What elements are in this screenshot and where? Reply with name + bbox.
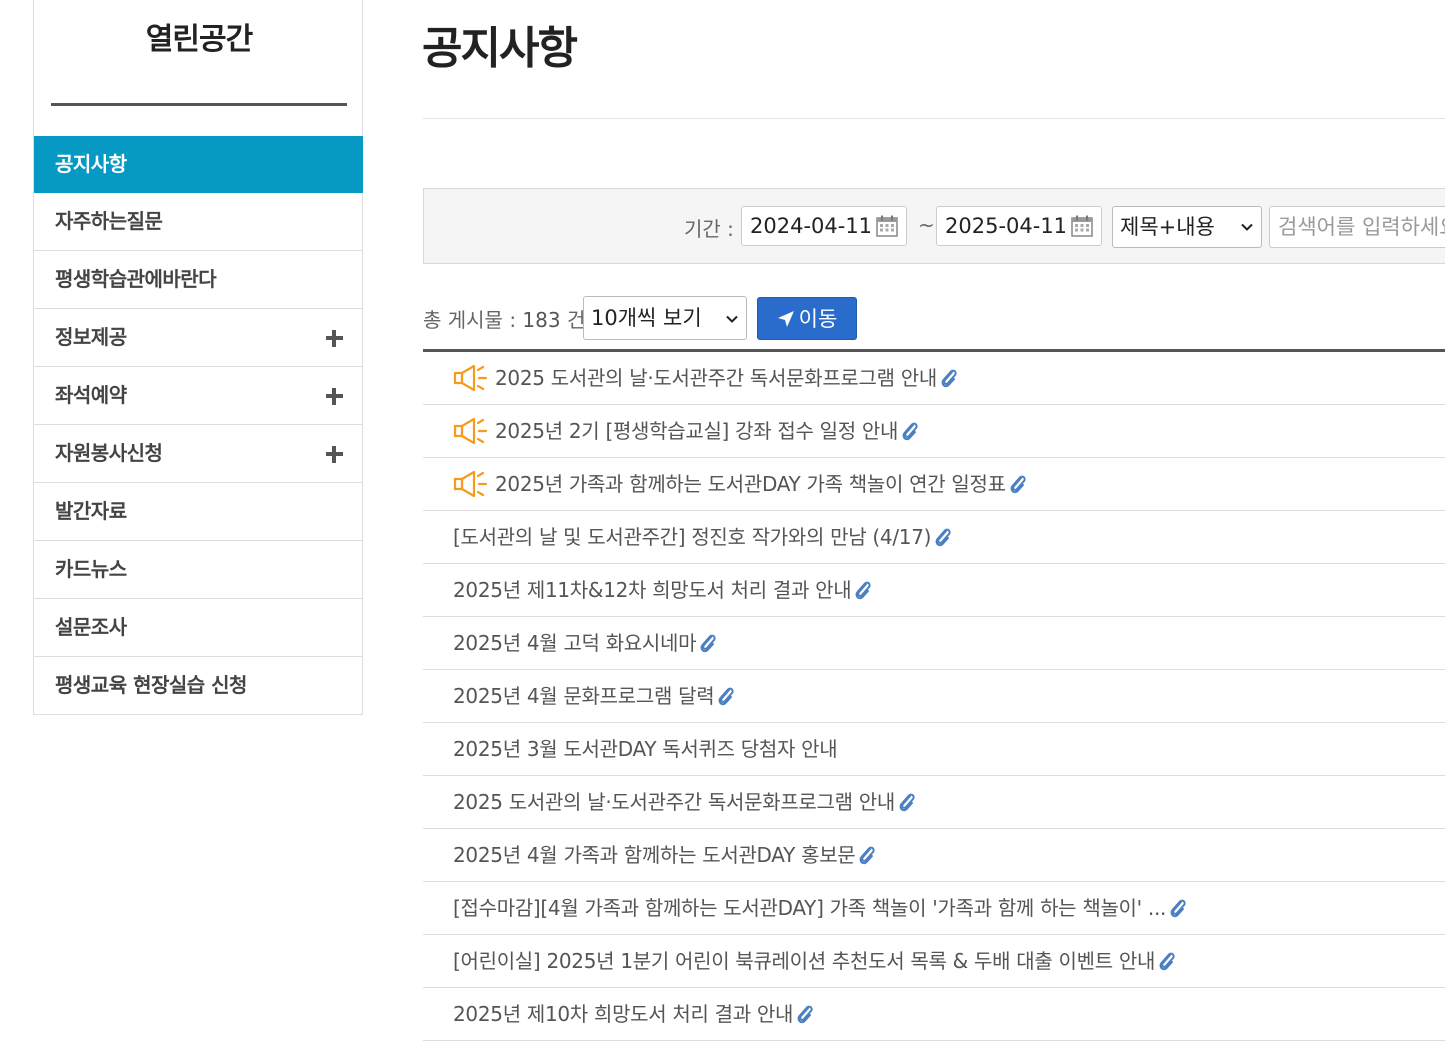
notice-row: [어린이실] 2025년 1분기 어린이 북큐레이션 추천도서 목록 & 두배 … <box>423 935 1445 988</box>
end-date-value: 2025-04-11 <box>945 214 1068 238</box>
search-placeholder: 검색어를 입력하세요 <box>1278 215 1445 239</box>
per-page-select[interactable]: 10개씩 보기 <box>583 296 747 340</box>
megaphone-icon <box>453 364 488 391</box>
end-date-field[interactable]: 2025-04-11 <box>936 206 1102 246</box>
start-date-value: 2024-04-11 <box>750 214 873 238</box>
go-button-label: 이동 <box>798 307 838 331</box>
chevron-down-icon <box>1241 223 1253 231</box>
paperclip-icon <box>899 793 915 812</box>
period-label: 기간 : <box>684 217 734 241</box>
notice-row: 2025 도서관의 날·도서관주간 독서문화프로그램 안내 <box>423 352 1445 405</box>
search-field-value: 제목+내용 <box>1120 215 1215 239</box>
sidebar-item[interactable]: 좌석예약 <box>34 367 363 425</box>
sidebar-item[interactable]: 평생학습관에바란다 <box>34 251 363 309</box>
notice-row: 2025년 제11차&12차 희망도서 처리 결과 안내 <box>423 564 1445 617</box>
notice-row: 2025년 4월 가족과 함께하는 도서관DAY 홍보문 <box>423 829 1445 882</box>
notice-title-link[interactable]: 2025년 2기 [평생학습교실] 강좌 접수 일정 안내 <box>495 419 898 443</box>
notice-title-link[interactable]: 2025년 제11차&12차 희망도서 처리 결과 안내 <box>453 578 852 602</box>
sidebar-item-label: 평생학습관에바란다 <box>55 267 217 291</box>
sidebar-item-label: 공지사항 <box>55 152 127 176</box>
sidebar-item[interactable]: 자주하는질문 <box>34 193 363 251</box>
list-controls: 총 게시물 : 183 건 10개씩 보기 이동 <box>423 296 1023 342</box>
notice-row: 2025년 4월 고덕 화요시네마 <box>423 617 1445 670</box>
sidebar-item-label: 자주하는질문 <box>55 209 163 233</box>
notice-title-link[interactable]: 2025년 가족과 함께하는 도서관DAY 가족 책놀이 연간 일정표 <box>495 472 1006 496</box>
sidebar-item-label: 발간자료 <box>55 499 127 523</box>
notice-list: 2025 도서관의 날·도서관주간 독서문화프로그램 안내 2025년 2기 [평… <box>423 352 1445 1041</box>
plus-icon[interactable] <box>326 330 343 347</box>
sidebar-divider <box>51 103 347 106</box>
notice-title-link[interactable]: 2025 도서관의 날·도서관주간 독서문화프로그램 안내 <box>453 790 895 814</box>
sidebar-item[interactable]: 설문조사 <box>34 599 363 657</box>
paperclip-icon <box>1170 899 1186 918</box>
sidebar-item[interactable]: 공지사항 <box>34 136 363 193</box>
sidebar-item-label: 평생교육 현장실습 신청 <box>55 673 247 697</box>
notice-title-link[interactable]: [어린이실] 2025년 1분기 어린이 북큐레이션 추천도서 목록 & 두배 … <box>453 949 1155 973</box>
search-field-select[interactable]: 제목+내용 <box>1112 206 1262 248</box>
plus-icon[interactable] <box>326 388 343 405</box>
notice-title-link[interactable]: [도서관의 날 및 도서관주간] 정진호 작가와의 만남 (4/17) <box>453 525 931 549</box>
megaphone-icon <box>453 470 488 497</box>
start-date-field[interactable]: 2024-04-11 <box>741 206 907 246</box>
paperclip-icon <box>1010 475 1026 494</box>
sidebar-menu: 공지사항자주하는질문평생학습관에바란다정보제공좌석예약자원봉사신청발간자료카드뉴… <box>34 136 363 715</box>
notice-title-link[interactable]: 2025년 4월 고덕 화요시네마 <box>453 631 697 655</box>
notice-title-link[interactable]: 2025 도서관의 날·도서관주간 독서문화프로그램 안내 <box>495 366 937 390</box>
date-range-separator: ~ <box>918 213 935 237</box>
notice-row: 2025년 2기 [평생학습교실] 강좌 접수 일정 안내 <box>423 405 1445 458</box>
search-panel: 기간 : 2024-04-11 ~ 2025-04-11 제목+내용 검색어를 … <box>423 188 1445 264</box>
notice-title-link[interactable]: [접수마감][4월 가족과 함께하는 도서관DAY] 가족 책놀이 '가족과 함… <box>453 896 1166 920</box>
paperclip-icon <box>902 422 918 441</box>
sidebar-title: 열린공간 <box>145 22 253 57</box>
notice-title-link[interactable]: 2025년 4월 가족과 함께하는 도서관DAY 홍보문 <box>453 843 856 867</box>
paperclip-icon <box>718 687 734 706</box>
calendar-icon[interactable] <box>1071 215 1093 237</box>
total-count-value: 183 <box>522 308 561 332</box>
sidebar-item-label: 설문조사 <box>55 615 127 639</box>
sidebar-item[interactable]: 평생교육 현장실습 신청 <box>34 657 363 715</box>
navigation-arrow-icon <box>777 311 794 327</box>
sidebar-item-label: 좌석예약 <box>55 383 127 407</box>
notice-row: 2025년 4월 문화프로그램 달력 <box>423 670 1445 723</box>
paperclip-icon <box>859 846 876 865</box>
page-title: 공지사항 <box>422 23 578 74</box>
total-count: 총 게시물 : 183 건 <box>423 308 586 332</box>
paperclip-icon <box>797 1005 813 1024</box>
paperclip-icon <box>941 369 957 388</box>
sidebar-item-label: 카드뉴스 <box>55 557 127 581</box>
paperclip-icon <box>855 581 872 600</box>
sidebar-item-label: 정보제공 <box>55 325 127 349</box>
sidebar-item[interactable]: 자원봉사신청 <box>34 425 363 483</box>
notice-row: 2025년 가족과 함께하는 도서관DAY 가족 책놀이 연간 일정표 <box>423 458 1445 511</box>
search-input[interactable]: 검색어를 입력하세요 <box>1269 206 1445 248</box>
go-button[interactable]: 이동 <box>757 297 857 340</box>
notice-row: [접수마감][4월 가족과 함께하는 도서관DAY] 가족 책놀이 '가족과 함… <box>423 882 1445 935</box>
paperclip-icon <box>700 634 716 653</box>
notice-row: 2025 도서관의 날·도서관주간 독서문화프로그램 안내 <box>423 776 1445 829</box>
paperclip-icon <box>935 528 951 547</box>
notice-row: [도서관의 날 및 도서관주간] 정진호 작가와의 만남 (4/17) <box>423 511 1445 564</box>
title-divider <box>423 118 1445 119</box>
notice-row: 2025년 3월 도서관DAY 독서퀴즈 당첨자 안내 <box>423 723 1445 776</box>
notice-row: 2025년 제10차 희망도서 처리 결과 안내 <box>423 988 1445 1041</box>
plus-icon[interactable] <box>326 446 343 463</box>
notice-title-link[interactable]: 2025년 제10차 희망도서 처리 결과 안내 <box>453 1002 793 1026</box>
paperclip-icon <box>1159 952 1175 971</box>
per-page-value: 10개씩 보기 <box>591 306 702 330</box>
megaphone-icon <box>453 417 488 444</box>
chevron-down-icon <box>726 315 738 323</box>
sidebar-item[interactable]: 카드뉴스 <box>34 541 363 599</box>
sidebar-item-label: 자원봉사신청 <box>55 441 163 465</box>
sidebar: 열린공간 공지사항자주하는질문평생학습관에바란다정보제공좌석예약자원봉사신청발간… <box>33 0 363 715</box>
notice-title-link[interactable]: 2025년 4월 문화프로그램 달력 <box>453 684 715 708</box>
sidebar-item[interactable]: 정보제공 <box>34 309 363 367</box>
notice-title-link[interactable]: 2025년 3월 도서관DAY 독서퀴즈 당첨자 안내 <box>453 737 838 761</box>
calendar-icon[interactable] <box>876 215 898 237</box>
sidebar-item[interactable]: 발간자료 <box>34 483 363 541</box>
